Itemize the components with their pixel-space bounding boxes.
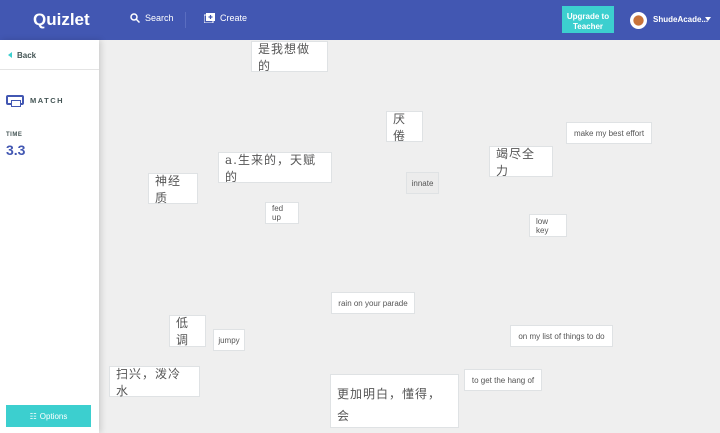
- sliders-icon: ☷: [29, 411, 37, 421]
- quizlet-logo[interactable]: Quizlet: [33, 10, 90, 30]
- mode-text: MATCH: [30, 95, 65, 105]
- back-button[interactable]: Back: [0, 40, 99, 70]
- mode-label: MATCH: [6, 95, 65, 107]
- match-card[interactable]: to get the hang of: [464, 369, 542, 391]
- match-card[interactable]: low key: [529, 214, 567, 237]
- match-card[interactable]: a.生来的，天赋的: [218, 152, 332, 184]
- match-card[interactable]: 低调: [169, 315, 206, 347]
- create-label: Create: [220, 13, 248, 23]
- create-icon: [204, 13, 215, 23]
- nav-divider: [185, 12, 186, 28]
- options-label: Options: [39, 411, 68, 421]
- chevron-down-icon[interactable]: [705, 17, 711, 21]
- search-label: Search: [145, 13, 174, 23]
- match-card[interactable]: 厌倦: [386, 111, 423, 143]
- match-card[interactable]: 更加明白，懂得，会: [330, 374, 459, 428]
- search-button[interactable]: Search: [130, 13, 174, 23]
- avatar[interactable]: [630, 12, 647, 29]
- time-label: TIME: [6, 132, 23, 138]
- sidebar: Back MATCH TIME 3.3 ☷ Options: [0, 40, 99, 433]
- username[interactable]: ShudeAcade...: [653, 15, 708, 24]
- options-button[interactable]: ☷ Options: [6, 405, 91, 427]
- match-card[interactable]: jumpy: [213, 329, 245, 351]
- match-card[interactable]: make my best effort: [566, 122, 652, 144]
- upgrade-to-teacher-button[interactable]: Upgrade to Teacher: [562, 6, 614, 33]
- match-card[interactable]: on my list of things to do: [510, 325, 613, 347]
- search-icon: [130, 13, 140, 23]
- match-card[interactable]: 是我想做的: [251, 41, 328, 73]
- create-button[interactable]: Create: [204, 13, 247, 23]
- match-card[interactable]: 扫兴，泼冷水: [109, 366, 200, 398]
- match-card[interactable]: 神经质: [148, 173, 198, 205]
- time-value: 3.3: [6, 142, 26, 158]
- match-card[interactable]: 竭尽全力: [489, 146, 553, 178]
- match-card[interactable]: rain on your parade: [331, 292, 415, 314]
- match-card[interactable]: innate: [406, 172, 439, 194]
- match-icon: [6, 95, 24, 107]
- match-card[interactable]: fed up: [265, 202, 299, 224]
- top-nav: Quizlet Search Create Upgrade to Teacher…: [0, 0, 720, 40]
